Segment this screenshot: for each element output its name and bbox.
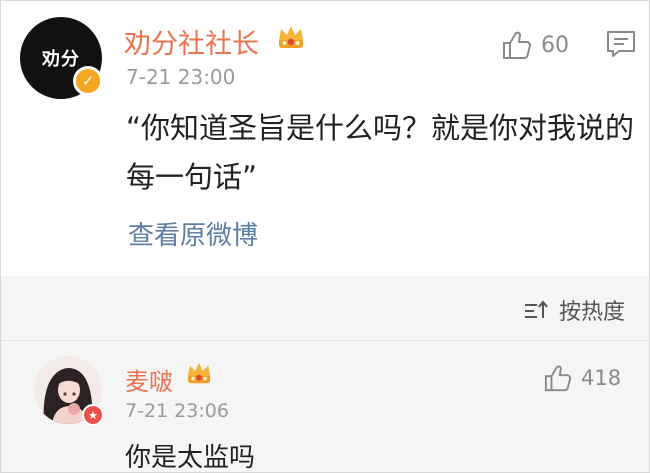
post-like-button[interactable]: 60: [501, 30, 569, 60]
post-time: 7-21 23:00: [126, 65, 236, 89]
post-like-count: 60: [541, 32, 569, 58]
comment-like-button[interactable]: 418: [543, 364, 621, 392]
weibo-frame: 劝分 ✓ 劝分社社长 7-21 23:00 60 “你知道圣旨是什么吗？就是你对…: [0, 0, 650, 473]
comment-time: 7-21 23:06: [125, 400, 229, 422]
member-badge-icon: ★: [82, 404, 104, 426]
sort-icon: [525, 300, 548, 318]
thumbs-up-icon: [503, 31, 531, 59]
crown-icon: [185, 360, 213, 386]
post-card: 劝分 ✓ 劝分社社长 7-21 23:00 60 “你知道圣旨是什么吗？就是你对…: [1, 1, 649, 276]
comment-text: 你是太监吗: [125, 443, 256, 473]
sort-by-hot-button[interactable]: 按热度: [523, 294, 625, 326]
commenter-name[interactable]: 麦啵: [125, 362, 173, 397]
author-name[interactable]: 劝分社社长: [124, 22, 259, 61]
comment-icon[interactable]: [605, 29, 637, 63]
comment-like-count: 418: [581, 366, 622, 390]
divider: [1, 340, 649, 341]
post-text: “你知道圣旨是什么吗？就是你对我说的每一句话”: [126, 111, 635, 194]
thumbs-up-icon: [544, 365, 572, 392]
sort-label: 按热度: [559, 300, 626, 325]
view-original-link[interactable]: 查看原微博: [128, 215, 258, 252]
verified-badge-icon: ✓: [73, 66, 103, 96]
comment-section: 按热度 ★ 麦啵 7-21 23:06 418 你是太监吗: [1, 276, 649, 472]
crown-icon: [276, 23, 306, 51]
avatar-text: 劝分: [42, 49, 80, 70]
